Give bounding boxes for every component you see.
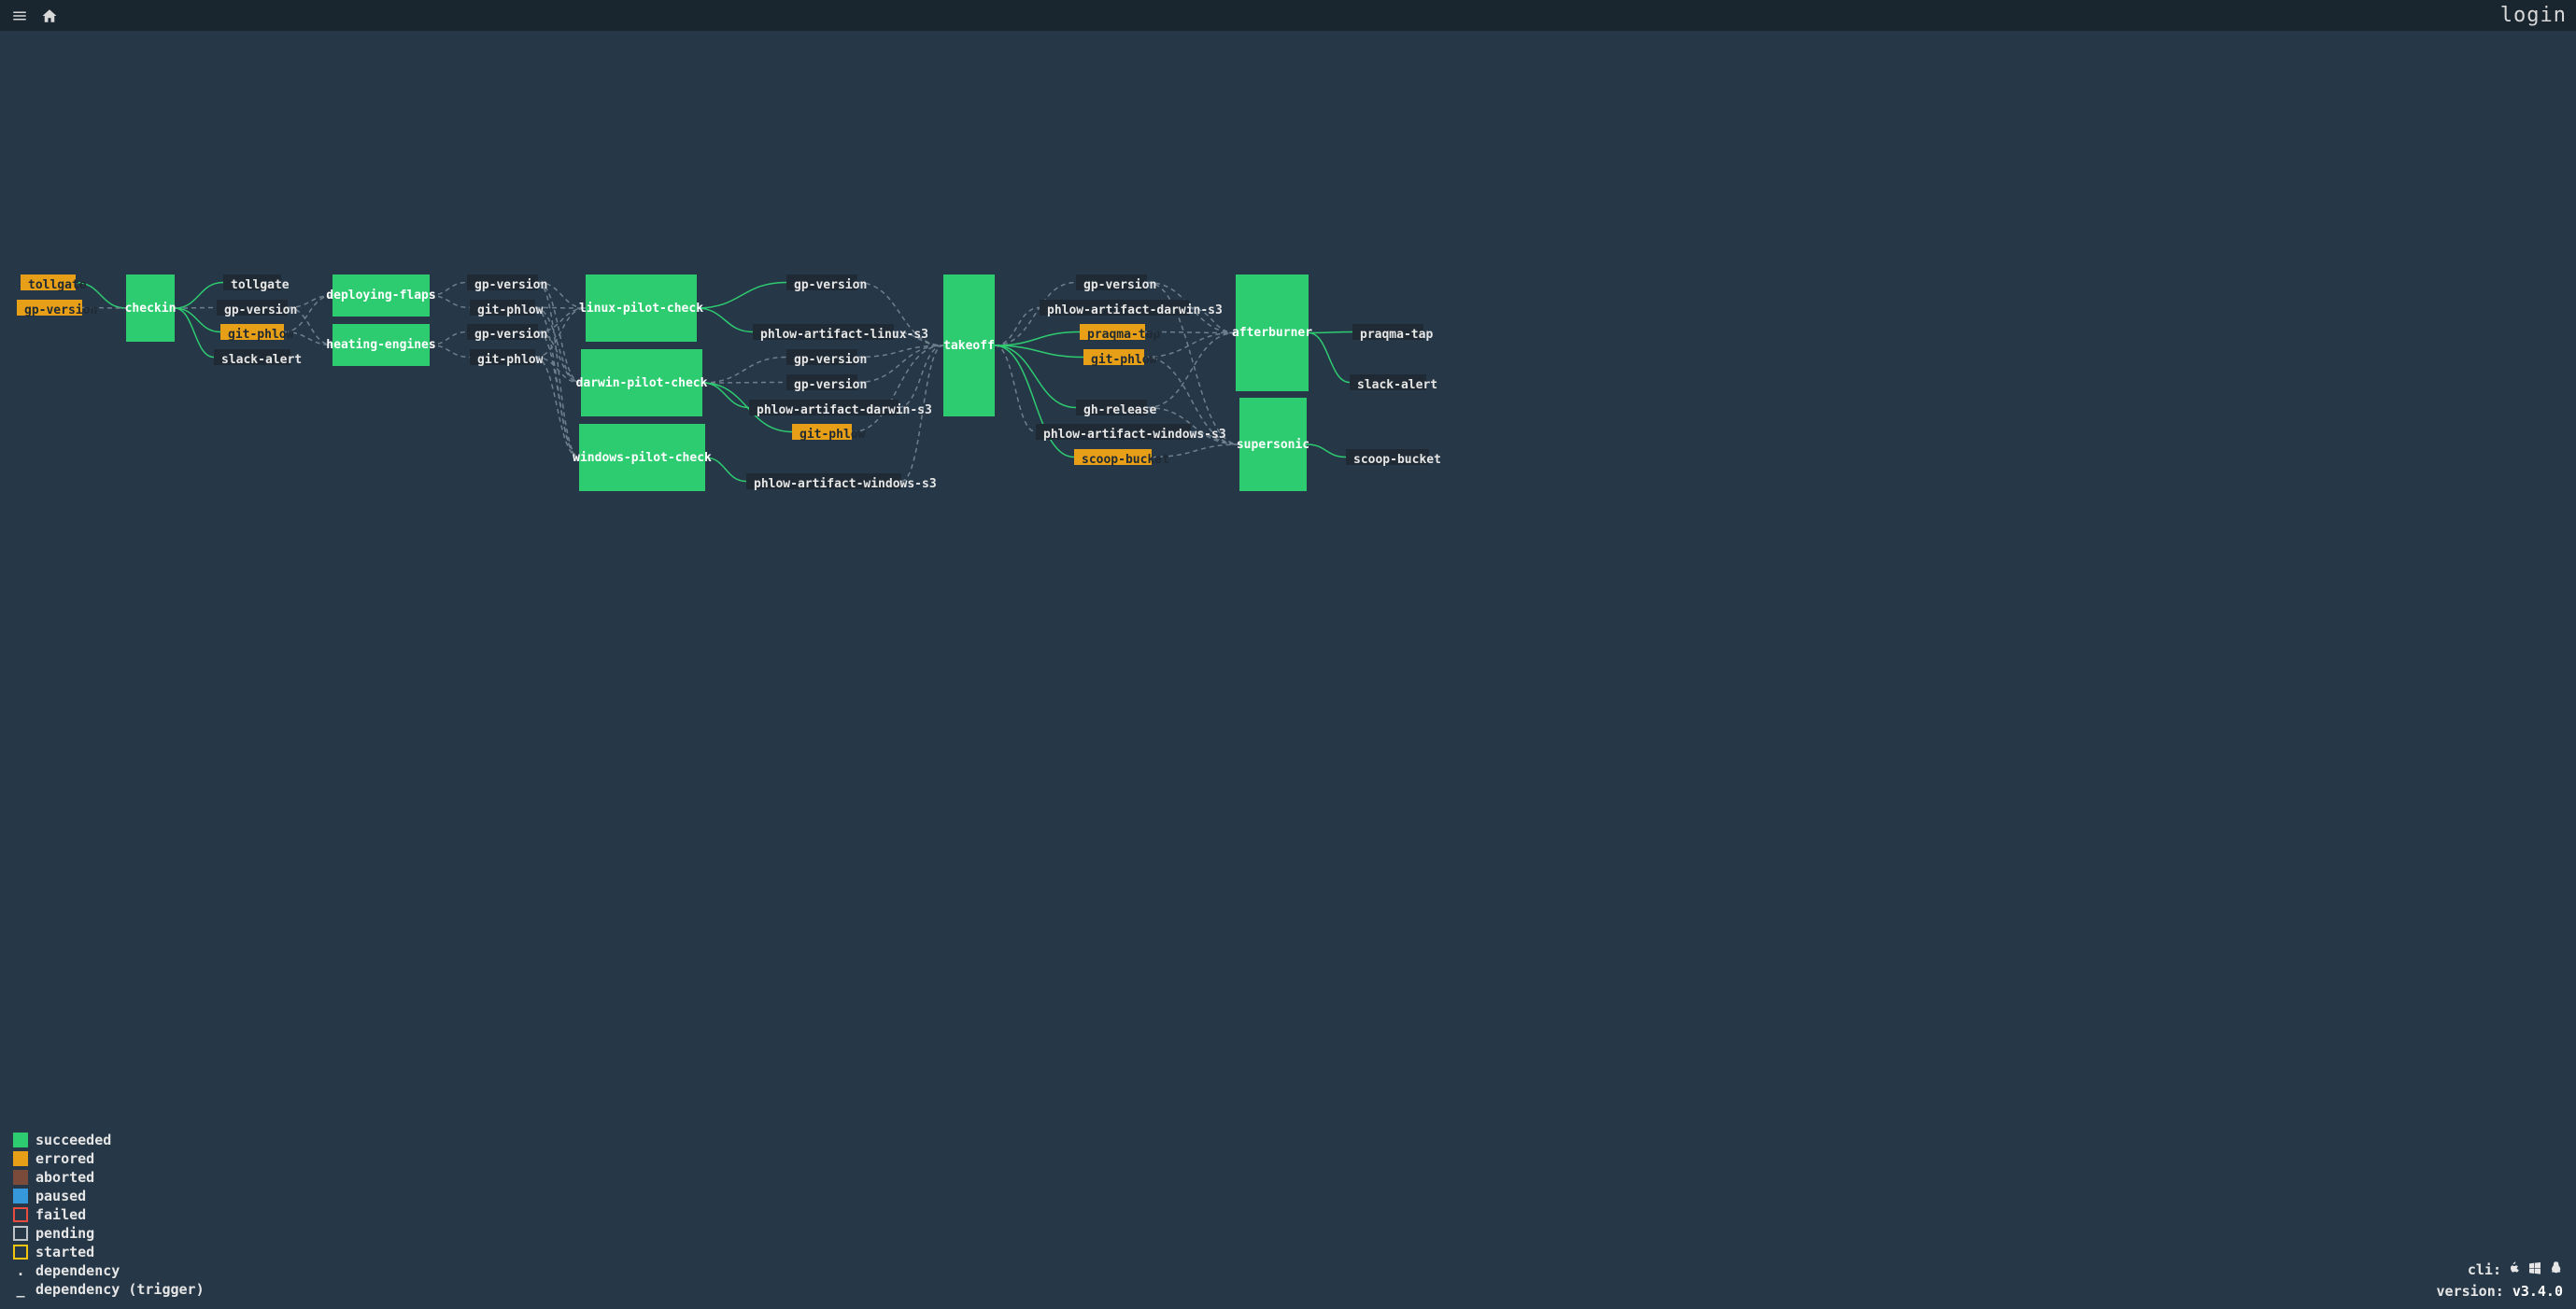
- node-r-git-phlow-3[interactable]: git-phlow: [792, 424, 852, 440]
- node-r-gp-version-2b[interactable]: gp-version: [467, 324, 538, 340]
- node-r-slack-alert-1[interactable]: slack-alert: [214, 349, 290, 365]
- home-icon[interactable]: [39, 6, 60, 26]
- node-r-slack-alert-2[interactable]: slack-alert: [1350, 374, 1426, 390]
- node-r-scoop-bucket-o[interactable]: scoop-bucket: [1074, 449, 1152, 465]
- node-j-checkin[interactable]: checkin: [126, 274, 175, 342]
- legend-aborted: aborted: [13, 1169, 205, 1186]
- node-j-linux-pilot[interactable]: linux-pilot-check: [586, 274, 697, 342]
- pipeline-canvas[interactable]: tollgate gp-version checkin tollgate gp-vers…: [0, 31, 2576, 1309]
- legend-started: started: [13, 1244, 205, 1260]
- hamburger-icon[interactable]: [9, 6, 30, 26]
- node-r-gp-version-4[interactable]: gp-version: [1076, 274, 1147, 290]
- node-r-git-phlow-2a[interactable]: git-phlow: [470, 300, 535, 316]
- node-r-tollgate-in[interactable]: tollgate: [21, 274, 76, 290]
- linux-icon[interactable]: [2548, 1260, 2563, 1279]
- pipeline-edges: [0, 31, 2576, 1309]
- node-r-gp-version-in[interactable]: gp-version: [17, 300, 82, 316]
- node-r-gh-release[interactable]: gh-release: [1076, 400, 1147, 415]
- node-r-artifact-windows-2[interactable]: phlow-artifact-windows-s3: [1036, 424, 1191, 440]
- legend-dependency: .dependency: [13, 1262, 205, 1279]
- node-r-artifact-darwin-2[interactable]: phlow-artifact-darwin-s3: [1040, 300, 1189, 316]
- node-r-scoop-bucket-d[interactable]: scoop-bucket: [1346, 449, 1429, 465]
- node-j-supersonic[interactable]: supersonic: [1239, 398, 1307, 491]
- login-link[interactable]: login: [2500, 4, 2567, 27]
- node-r-gp-version-3c[interactable]: gp-version: [786, 374, 857, 390]
- node-r-praqma-tap-d[interactable]: praqma-tap: [1352, 324, 1423, 340]
- apple-icon[interactable]: [2507, 1260, 2522, 1279]
- node-j-darwin-pilot[interactable]: darwin-pilot-check: [581, 349, 702, 416]
- node-r-artifact-darwin[interactable]: phlow-artifact-darwin-s3: [749, 400, 899, 415]
- cli-label: cli:: [2468, 1261, 2501, 1278]
- node-j-deploying-flaps[interactable]: deploying-flaps: [333, 274, 430, 317]
- legend-errored: errored: [13, 1150, 205, 1167]
- footer-right: cli: version: v3.4.0: [2437, 1260, 2563, 1300]
- node-j-windows-pilot[interactable]: windows-pilot-check: [579, 424, 705, 491]
- top-bar: login: [0, 0, 2576, 31]
- version-value[interactable]: v3.4.0: [2512, 1283, 2563, 1300]
- node-r-gp-version-3a[interactable]: gp-version: [786, 274, 857, 290]
- node-r-gp-version-3b[interactable]: gp-version: [786, 349, 857, 365]
- version-label: version:: [2437, 1283, 2504, 1300]
- legend-succeeded: succeeded: [13, 1132, 205, 1148]
- node-r-git-phlow-4[interactable]: git-phlow: [1083, 349, 1144, 365]
- node-r-gp-version-1[interactable]: gp-version: [217, 300, 288, 316]
- legend-pending: pending: [13, 1225, 205, 1242]
- node-j-heating-engines[interactable]: heating-engines: [333, 324, 430, 366]
- legend: succeeded errored aborted paused failed pendi…: [13, 1130, 205, 1300]
- legend-paused: paused: [13, 1188, 205, 1204]
- node-r-gp-version-2a[interactable]: gp-version: [467, 274, 538, 290]
- legend-dependency-trigger-: _dependency (trigger): [13, 1281, 205, 1298]
- node-r-git-phlow-2b[interactable]: git-phlow: [470, 349, 535, 365]
- legend-failed: failed: [13, 1206, 205, 1223]
- node-r-praqma-tap-o[interactable]: praqma-tap: [1080, 324, 1145, 340]
- node-r-tollgate-out[interactable]: tollgate: [223, 274, 281, 290]
- node-r-artifact-linux[interactable]: phlow-artifact-linux-s3: [753, 324, 894, 340]
- node-j-takeoff[interactable]: takeoff: [943, 274, 995, 416]
- node-r-artifact-windows[interactable]: phlow-artifact-windows-s3: [746, 473, 901, 489]
- node-r-git-phlow-1[interactable]: git-phlow: [220, 324, 284, 340]
- windows-icon[interactable]: [2527, 1260, 2542, 1279]
- node-j-afterburner[interactable]: afterburner: [1236, 274, 1309, 391]
